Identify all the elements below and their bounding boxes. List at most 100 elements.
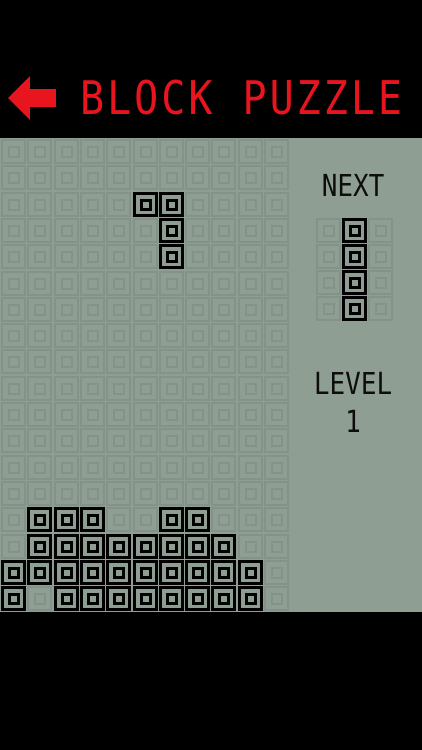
empty-cell [54,297,79,322]
empty-cell [80,481,105,506]
empty-cell [159,297,184,322]
empty-cell [27,586,52,611]
empty-cell [27,323,52,348]
empty-cell [133,218,158,243]
filled-block [1,560,26,585]
empty-cell [185,455,210,480]
filled-block [211,586,236,611]
empty-cell [1,244,26,269]
filled-block [27,507,52,532]
empty-cell [159,349,184,374]
empty-cell [54,192,79,217]
empty-cell [238,244,263,269]
next-empty-cell [368,244,393,269]
empty-cell [54,244,79,269]
empty-cell [27,192,52,217]
empty-cell [1,402,26,427]
empty-cell [185,218,210,243]
empty-cell [54,218,79,243]
empty-cell [54,481,79,506]
empty-cell [80,297,105,322]
filled-block [54,534,79,559]
filled-block [185,586,210,611]
back-button[interactable] [8,72,60,124]
empty-cell [106,428,131,453]
empty-cell [80,402,105,427]
next-empty-cell [316,296,341,321]
empty-cell [1,323,26,348]
empty-cell [238,376,263,401]
empty-cell [133,376,158,401]
empty-cell [185,192,210,217]
empty-cell [238,481,263,506]
empty-cell [185,297,210,322]
filled-block [80,534,105,559]
empty-cell [238,218,263,243]
empty-cell [27,481,52,506]
filled-block [238,560,263,585]
next-empty-cell [316,270,341,295]
empty-cell [264,586,289,611]
empty-cell [54,139,79,164]
empty-cell [27,218,52,243]
filled-block [211,560,236,585]
empty-cell [54,349,79,374]
back-arrow-icon[interactable] [8,72,60,124]
empty-cell [106,481,131,506]
empty-cell [27,271,52,296]
empty-cell [27,139,52,164]
empty-cell [1,297,26,322]
filled-block [106,586,131,611]
filled-block [106,560,131,585]
empty-cell [238,165,263,190]
empty-cell [80,376,105,401]
empty-cell [1,376,26,401]
filled-block [80,560,105,585]
empty-cell [185,244,210,269]
filled-block [159,192,184,217]
empty-cell [106,297,131,322]
empty-cell [80,165,105,190]
empty-cell [106,455,131,480]
empty-cell [238,534,263,559]
empty-cell [1,455,26,480]
empty-cell [211,139,236,164]
empty-cell [80,323,105,348]
empty-cell [54,271,79,296]
game-board[interactable] [0,138,289,612]
empty-cell [211,481,236,506]
empty-cell [133,165,158,190]
empty-cell [264,507,289,532]
empty-cell [159,481,184,506]
empty-cell [238,349,263,374]
next-filled-block [342,218,367,243]
empty-cell [159,271,184,296]
filled-block [185,534,210,559]
filled-block [185,507,210,532]
empty-cell [27,349,52,374]
empty-cell [238,271,263,296]
empty-cell [106,376,131,401]
empty-cell [185,165,210,190]
empty-cell [211,349,236,374]
empty-cell [264,428,289,453]
empty-cell [133,244,158,269]
empty-cell [106,507,131,532]
next-label: NEXT [321,169,385,205]
empty-cell [185,376,210,401]
empty-cell [211,192,236,217]
empty-cell [1,192,26,217]
empty-cell [80,139,105,164]
empty-cell [133,349,158,374]
empty-cell [133,323,158,348]
empty-cell [80,218,105,243]
empty-cell [80,349,105,374]
filled-block [133,534,158,559]
empty-cell [27,165,52,190]
empty-cell [133,455,158,480]
empty-cell [264,455,289,480]
next-filled-block [342,244,367,269]
empty-cell [27,244,52,269]
empty-cell [159,455,184,480]
empty-cell [133,271,158,296]
